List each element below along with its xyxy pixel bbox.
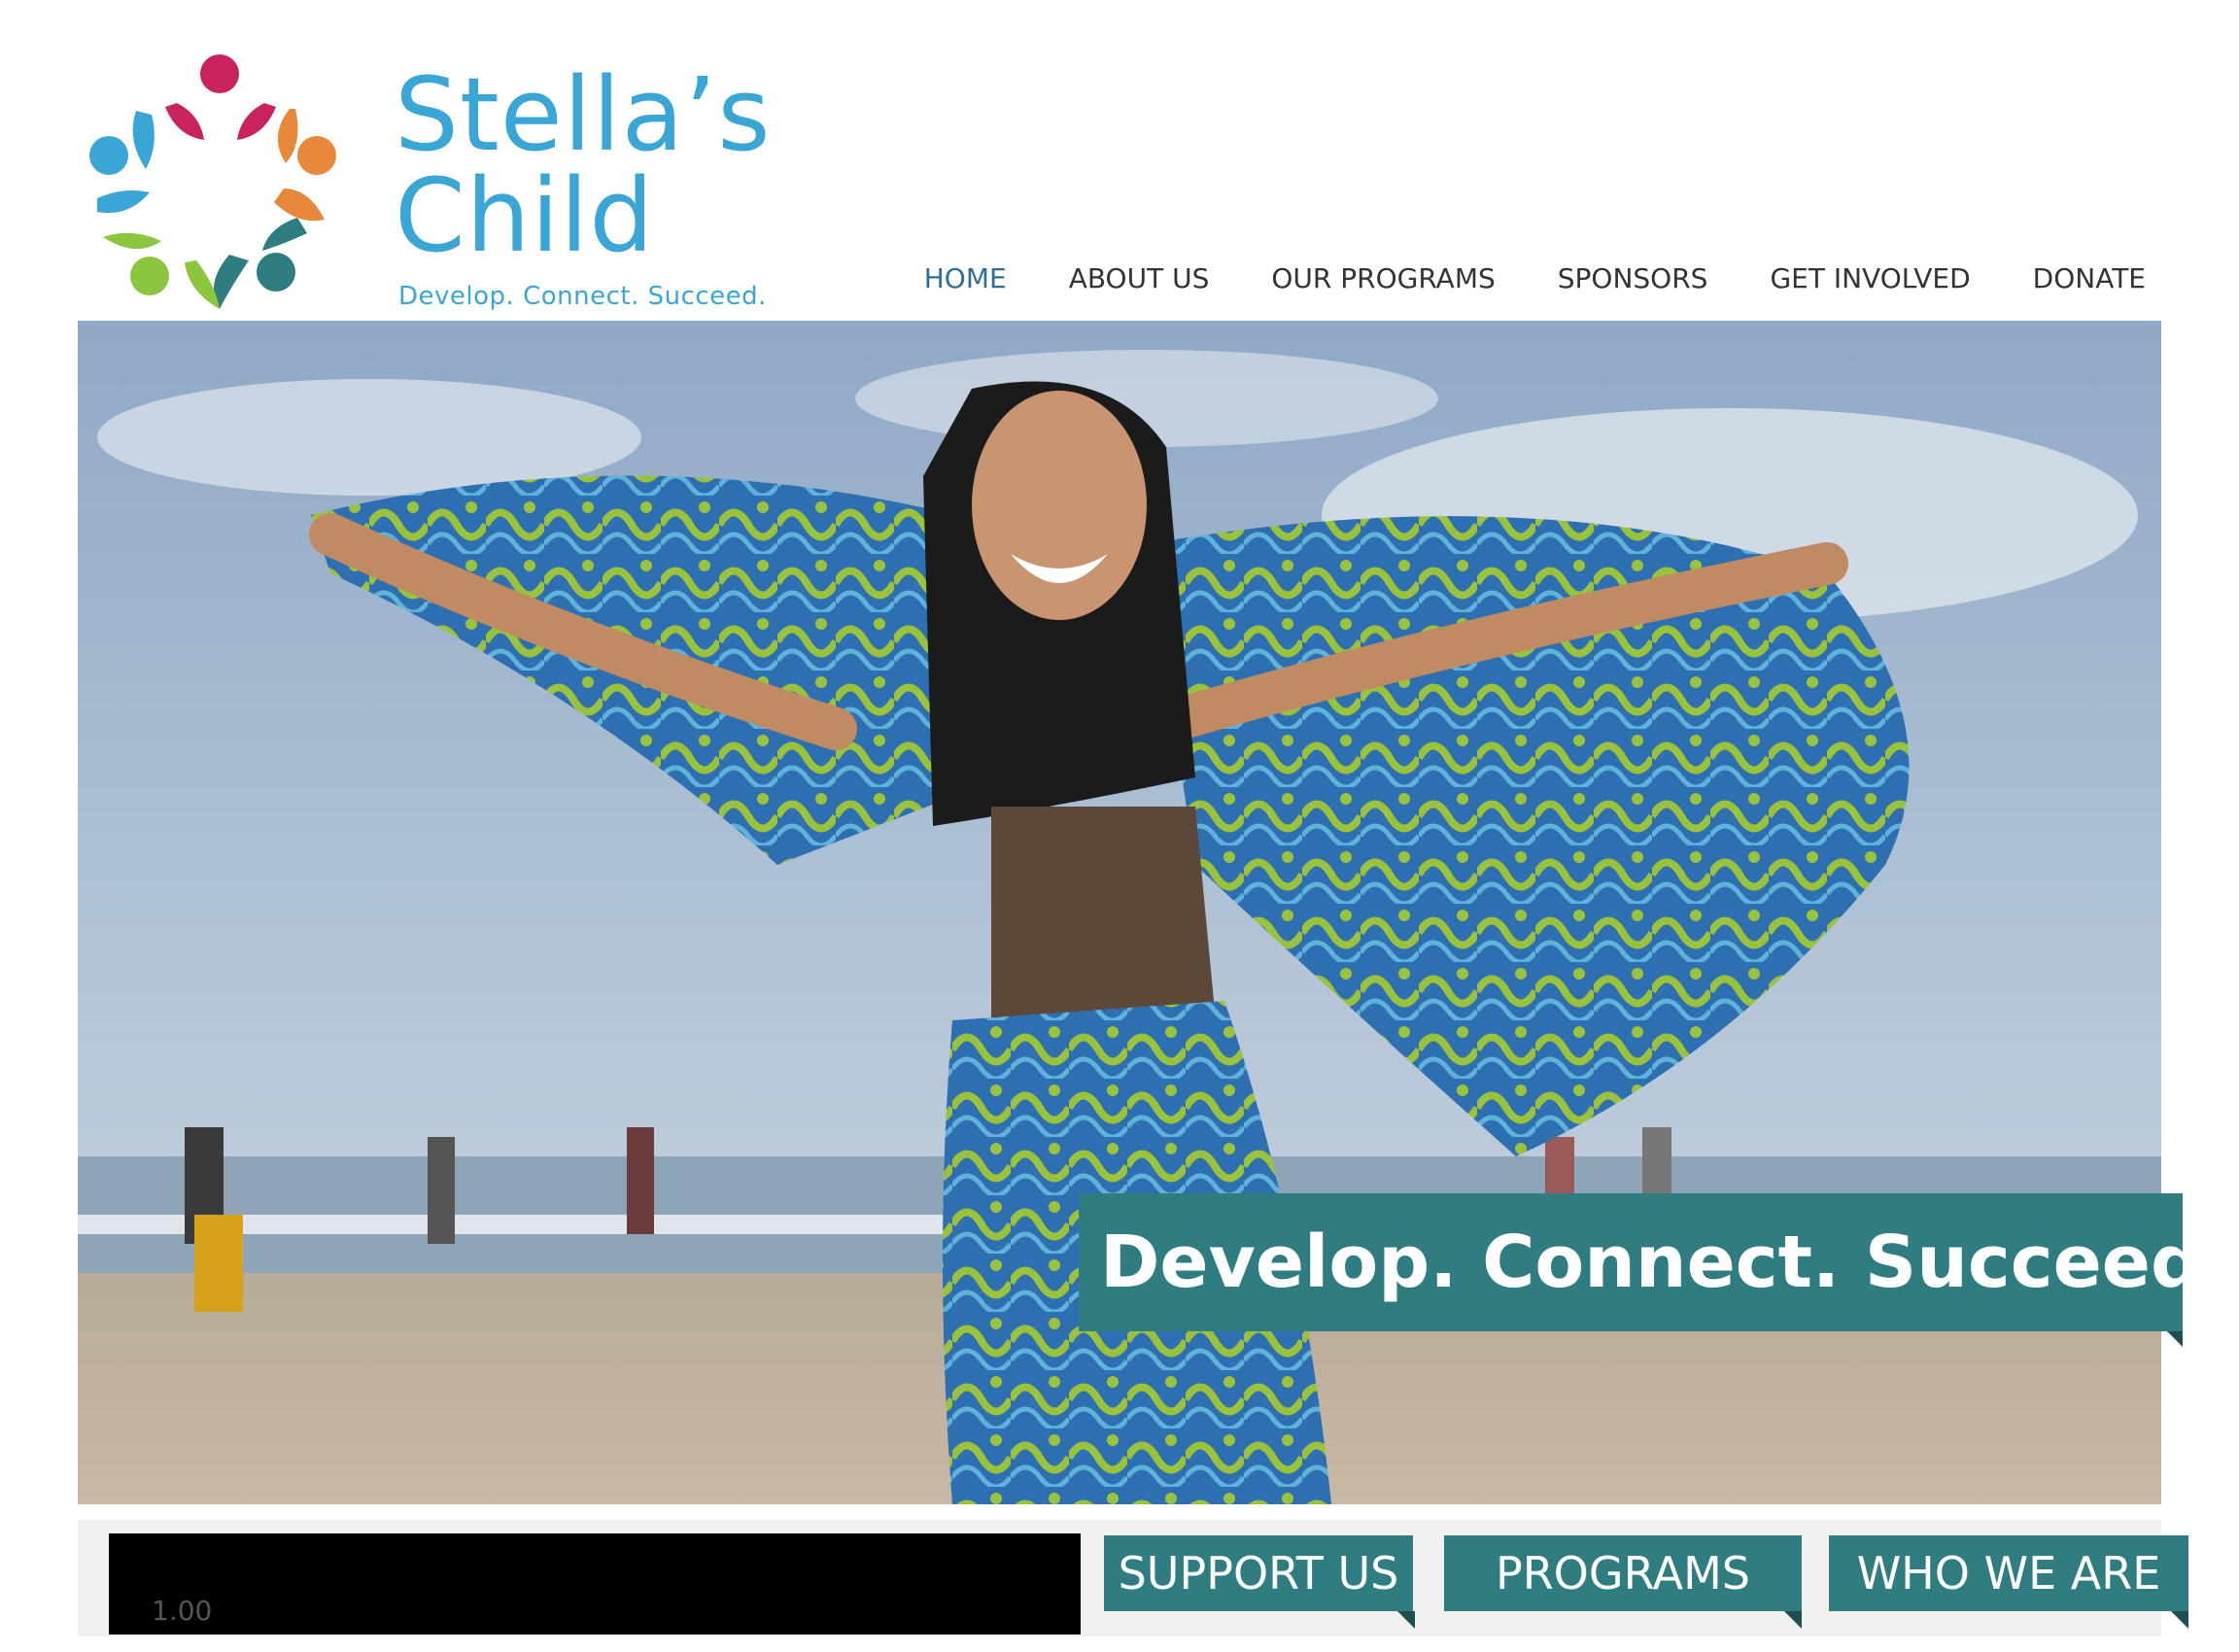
nav-home[interactable]: HOME bbox=[924, 262, 1007, 294]
video-time: 1.00 bbox=[152, 1595, 213, 1627]
nav-our-programs[interactable]: OUR PROGRAMS bbox=[1271, 262, 1495, 294]
logo-flower-icon bbox=[89, 54, 336, 309]
brand-name: Stella’s Child bbox=[395, 64, 772, 266]
hero-banner-text: Develop. Connect. Succeed. bbox=[1100, 1221, 2230, 1304]
nav-donate[interactable]: DONATE bbox=[2033, 262, 2146, 294]
video-player[interactable]: 1.00 bbox=[109, 1533, 1081, 1635]
banner-fold-decoration bbox=[2167, 1331, 2183, 1347]
brand-tagline: Develop. Connect. Succeed. bbox=[398, 282, 767, 311]
support-us-button[interactable]: SUPPORT US bbox=[1104, 1535, 1413, 1611]
who-we-are-button[interactable]: WHO WE ARE bbox=[1829, 1535, 2188, 1611]
nav-about-us[interactable]: ABOUT US bbox=[1069, 262, 1210, 294]
brand-name-line2: Child bbox=[395, 156, 655, 275]
nav-get-involved[interactable]: GET INVOLVED bbox=[1770, 262, 1970, 294]
button-fold-decoration bbox=[1397, 1611, 1415, 1629]
main-navigation: HOME ABOUT US OUR PROGRAMS SPONSORS GET … bbox=[862, 262, 2146, 294]
programs-button[interactable]: PROGRAMS bbox=[1444, 1535, 1802, 1611]
button-fold-decoration bbox=[2171, 1611, 2188, 1629]
button-fold-decoration bbox=[1784, 1611, 1802, 1629]
site-logo[interactable]: Stella’s Child Develop. Connect. Succeed… bbox=[74, 39, 774, 321]
brand-name-line1: Stella’s bbox=[395, 55, 772, 174]
nav-sponsors[interactable]: SPONSORS bbox=[1558, 262, 1708, 294]
hero-banner: Develop. Connect. Succeed. bbox=[1079, 1193, 2229, 1331]
